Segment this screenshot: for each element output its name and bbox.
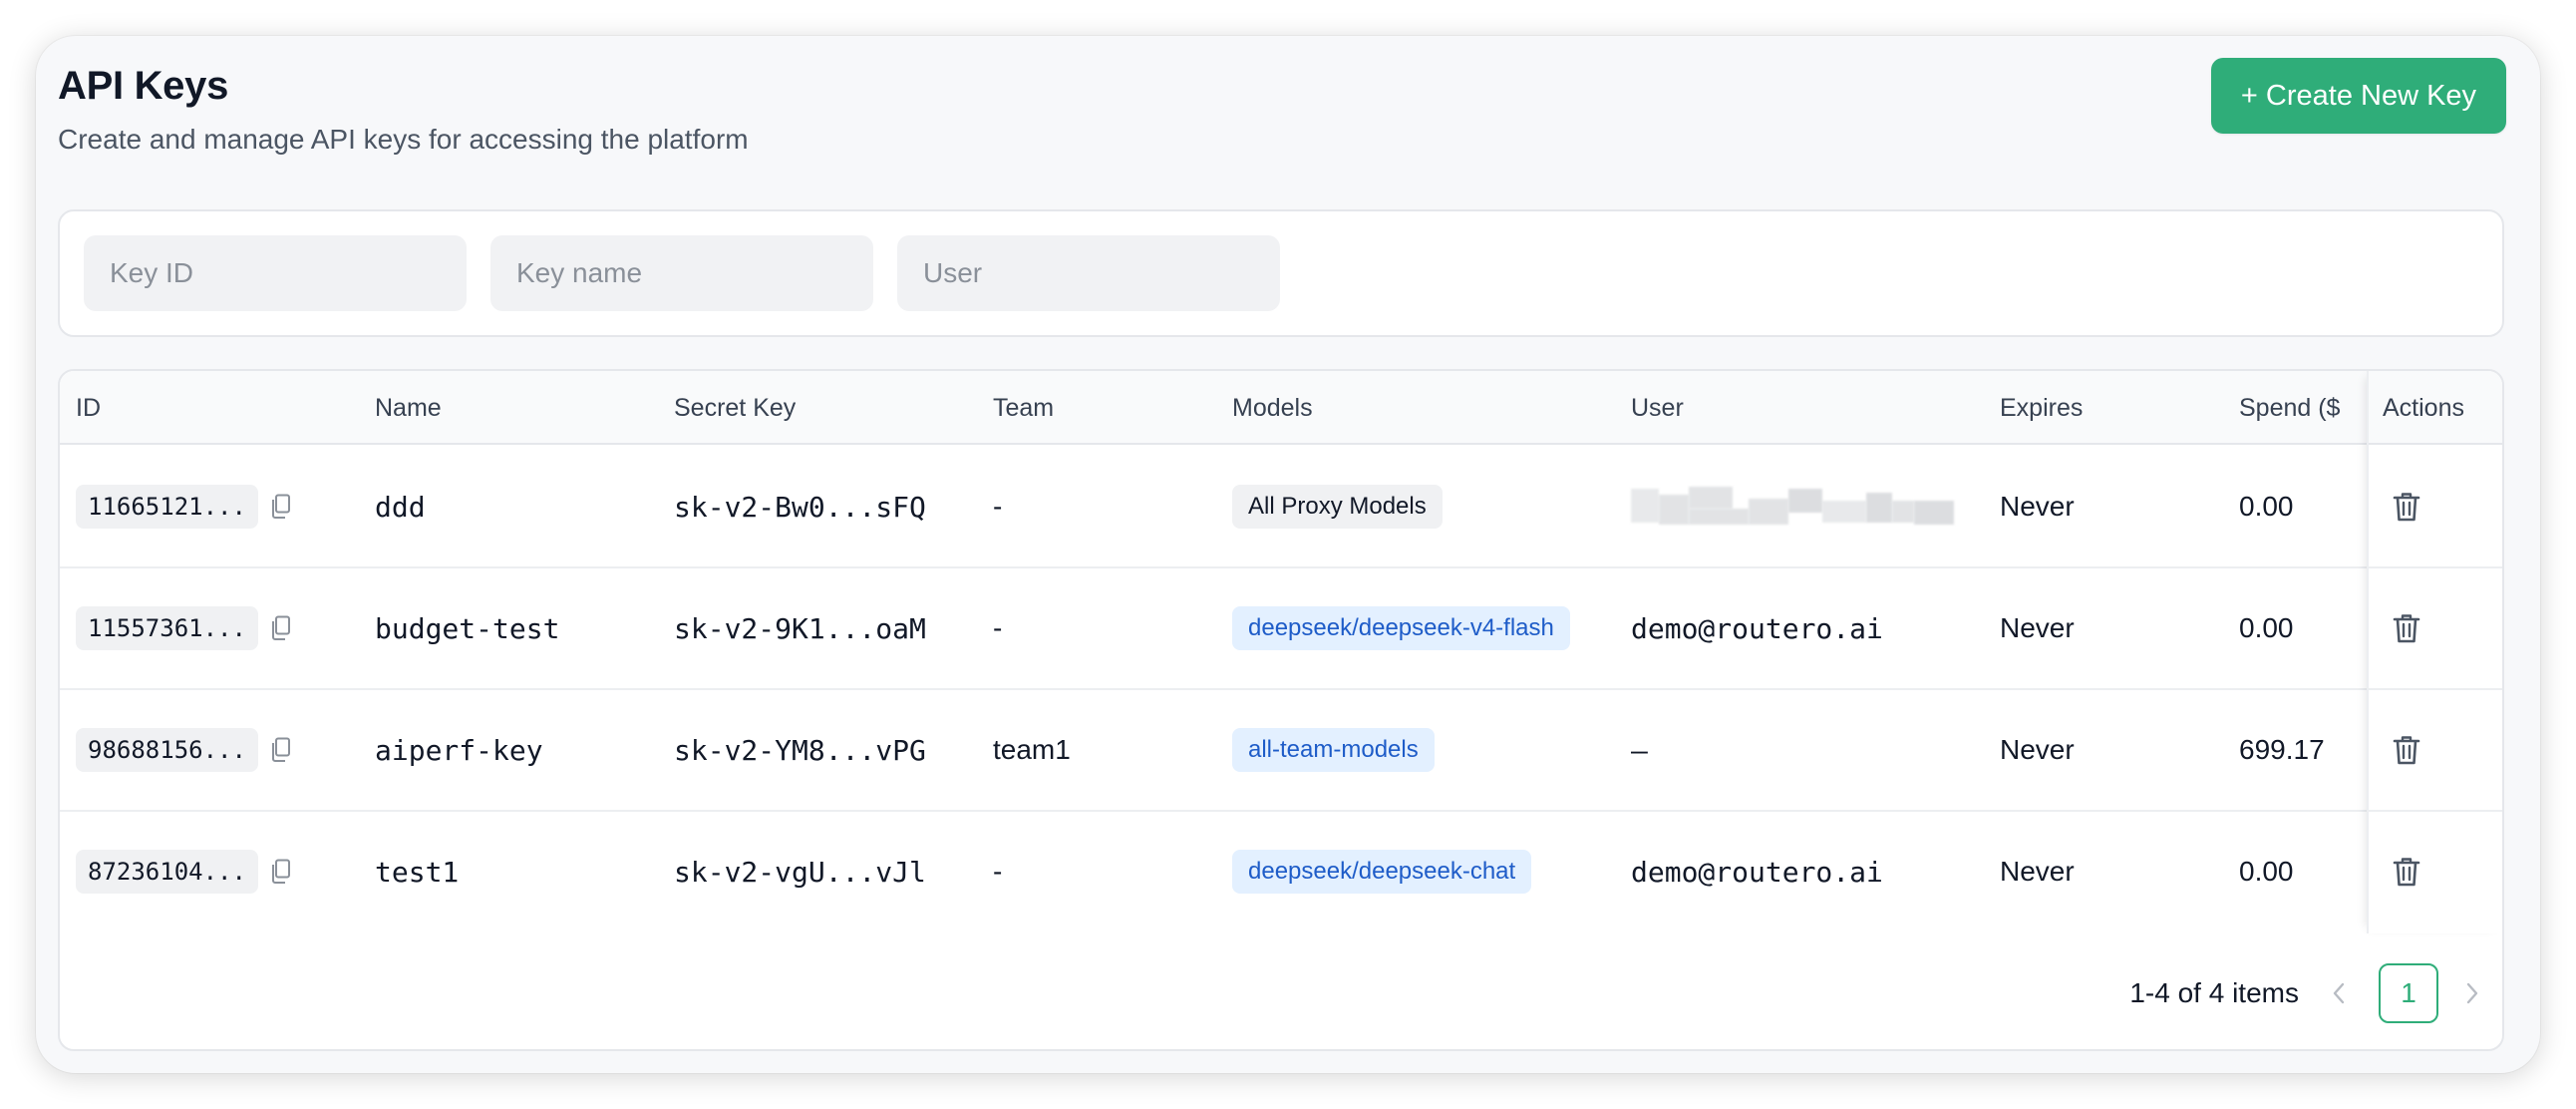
- user-filter-input[interactable]: [897, 235, 1280, 311]
- model-tag: deepseek/deepseek-chat: [1232, 850, 1532, 894]
- column-header-user[interactable]: User: [1631, 371, 1684, 445]
- spend: 699.17: [2239, 734, 2325, 765]
- key-id: 11557361...: [76, 606, 258, 650]
- key-id: 87236104...: [76, 850, 258, 894]
- trash-icon[interactable]: [2389, 610, 2424, 646]
- copy-icon[interactable]: [270, 737, 294, 763]
- trash-icon[interactable]: [2389, 732, 2424, 768]
- key-id-cell: 11665121...: [76, 447, 294, 566]
- column-header-models[interactable]: Models: [1232, 371, 1313, 445]
- models-cell: deepseek/deepseek-v4-flash: [1232, 568, 1570, 688]
- column-header-spend[interactable]: Spend ($: [2239, 371, 2357, 445]
- key-name: test1: [375, 855, 460, 889]
- user-email: –: [1631, 733, 1648, 767]
- user-cell: demo@routero.ai: [1631, 568, 1883, 688]
- api-keys-panel: API Keys Create and manage API keys for …: [36, 36, 2540, 1073]
- models-cell: all-team-models: [1232, 690, 1435, 810]
- team: -: [993, 612, 1003, 643]
- table-row: 98688156... aiperf-key sk-v2-YM8...vPG team…: [60, 690, 2502, 812]
- models-cell: deepseek/deepseek-chat: [1232, 812, 1532, 931]
- user-cell: [1631, 447, 1956, 566]
- create-new-key-button[interactable]: + Create New Key: [2211, 58, 2506, 134]
- expires: Never: [2000, 612, 2075, 643]
- key-name: ddd: [375, 490, 426, 524]
- column-header-team[interactable]: Team: [993, 371, 1054, 445]
- team: team1: [993, 734, 1071, 765]
- key-id: 98688156...: [76, 728, 258, 772]
- table-header: ID Name Secret Key Team Models User Expi…: [60, 371, 2502, 445]
- chevron-left-icon[interactable]: [2323, 977, 2355, 1009]
- secret-key: sk-v2-vgU...vJl: [674, 855, 926, 889]
- trash-icon[interactable]: [2389, 489, 2424, 525]
- key-id-filter-input[interactable]: [84, 235, 467, 311]
- table-row: 87236104... test1 sk-v2-vgU...vJl - deepseek…: [60, 812, 2502, 933]
- column-header-secret-key[interactable]: Secret Key: [674, 371, 796, 445]
- models-cell: All Proxy Models: [1232, 447, 1443, 566]
- spend: 0.00: [2239, 612, 2294, 643]
- secret-key: sk-v2-Bw0...sFQ: [674, 490, 926, 524]
- page-title: API Keys: [58, 64, 229, 108]
- model-tag: deepseek/deepseek-v4-flash: [1232, 606, 1570, 650]
- model-tag: All Proxy Models: [1232, 485, 1443, 529]
- actions-cell: [2389, 568, 2424, 688]
- column-header-actions: Actions: [2383, 394, 2464, 422]
- key-name: budget-test: [375, 611, 560, 645]
- column-header-name[interactable]: Name: [375, 371, 442, 445]
- expires: Never: [2000, 734, 2075, 765]
- expires: Never: [2000, 491, 2075, 522]
- user-cell: demo@routero.ai: [1631, 812, 1883, 931]
- actions-cell: [2389, 812, 2424, 931]
- actions-cell: [2389, 690, 2424, 810]
- pagination-summary: 1-4 of 4 items: [2129, 977, 2299, 1008]
- key-id-cell: 11557361...: [76, 568, 294, 688]
- key-id-cell: 87236104...: [76, 812, 294, 931]
- spend: 0.00: [2239, 491, 2294, 522]
- user-cell: –: [1631, 690, 1648, 810]
- key-id-cell: 98688156...: [76, 690, 294, 810]
- copy-icon[interactable]: [270, 615, 294, 641]
- trash-icon[interactable]: [2389, 854, 2424, 890]
- spend: 0.00: [2239, 856, 2294, 887]
- user-email: demo@routero.ai: [1631, 855, 1883, 889]
- api-keys-table: ID Name Secret Key Team Models User Expi…: [58, 369, 2504, 1051]
- team: -: [993, 491, 1003, 522]
- user-email: demo@routero.ai: [1631, 611, 1883, 645]
- filter-bar: [58, 209, 2504, 337]
- copy-icon[interactable]: [270, 494, 294, 520]
- column-header-id[interactable]: ID: [76, 371, 101, 445]
- table-row: 11665121... ddd sk-v2-Bw0...sFQ - All Proxy …: [60, 447, 2502, 568]
- model-tag: all-team-models: [1232, 728, 1435, 772]
- key-id: 11665121...: [76, 485, 258, 529]
- pagination-page-current[interactable]: 1: [2379, 963, 2438, 1023]
- copy-icon[interactable]: [270, 859, 294, 885]
- secret-key: sk-v2-9K1...oaM: [674, 611, 926, 645]
- expires: Never: [2000, 856, 2075, 887]
- key-name-filter-input[interactable]: [490, 235, 873, 311]
- column-header-expires[interactable]: Expires: [2000, 371, 2083, 445]
- key-name: aiperf-key: [375, 733, 543, 767]
- secret-key: sk-v2-YM8...vPG: [674, 733, 926, 767]
- table-row: 11557361... budget-test sk-v2-9K1...oaM - de…: [60, 568, 2502, 690]
- page-subtitle: Create and manage API keys for accessing…: [58, 124, 749, 155]
- redacted-user: [1631, 487, 1956, 527]
- actions-cell: [2389, 447, 2424, 566]
- chevron-right-icon[interactable]: [2456, 977, 2488, 1009]
- pagination: 1-4 of 4 items 1: [1804, 963, 2502, 1023]
- team: -: [993, 856, 1003, 887]
